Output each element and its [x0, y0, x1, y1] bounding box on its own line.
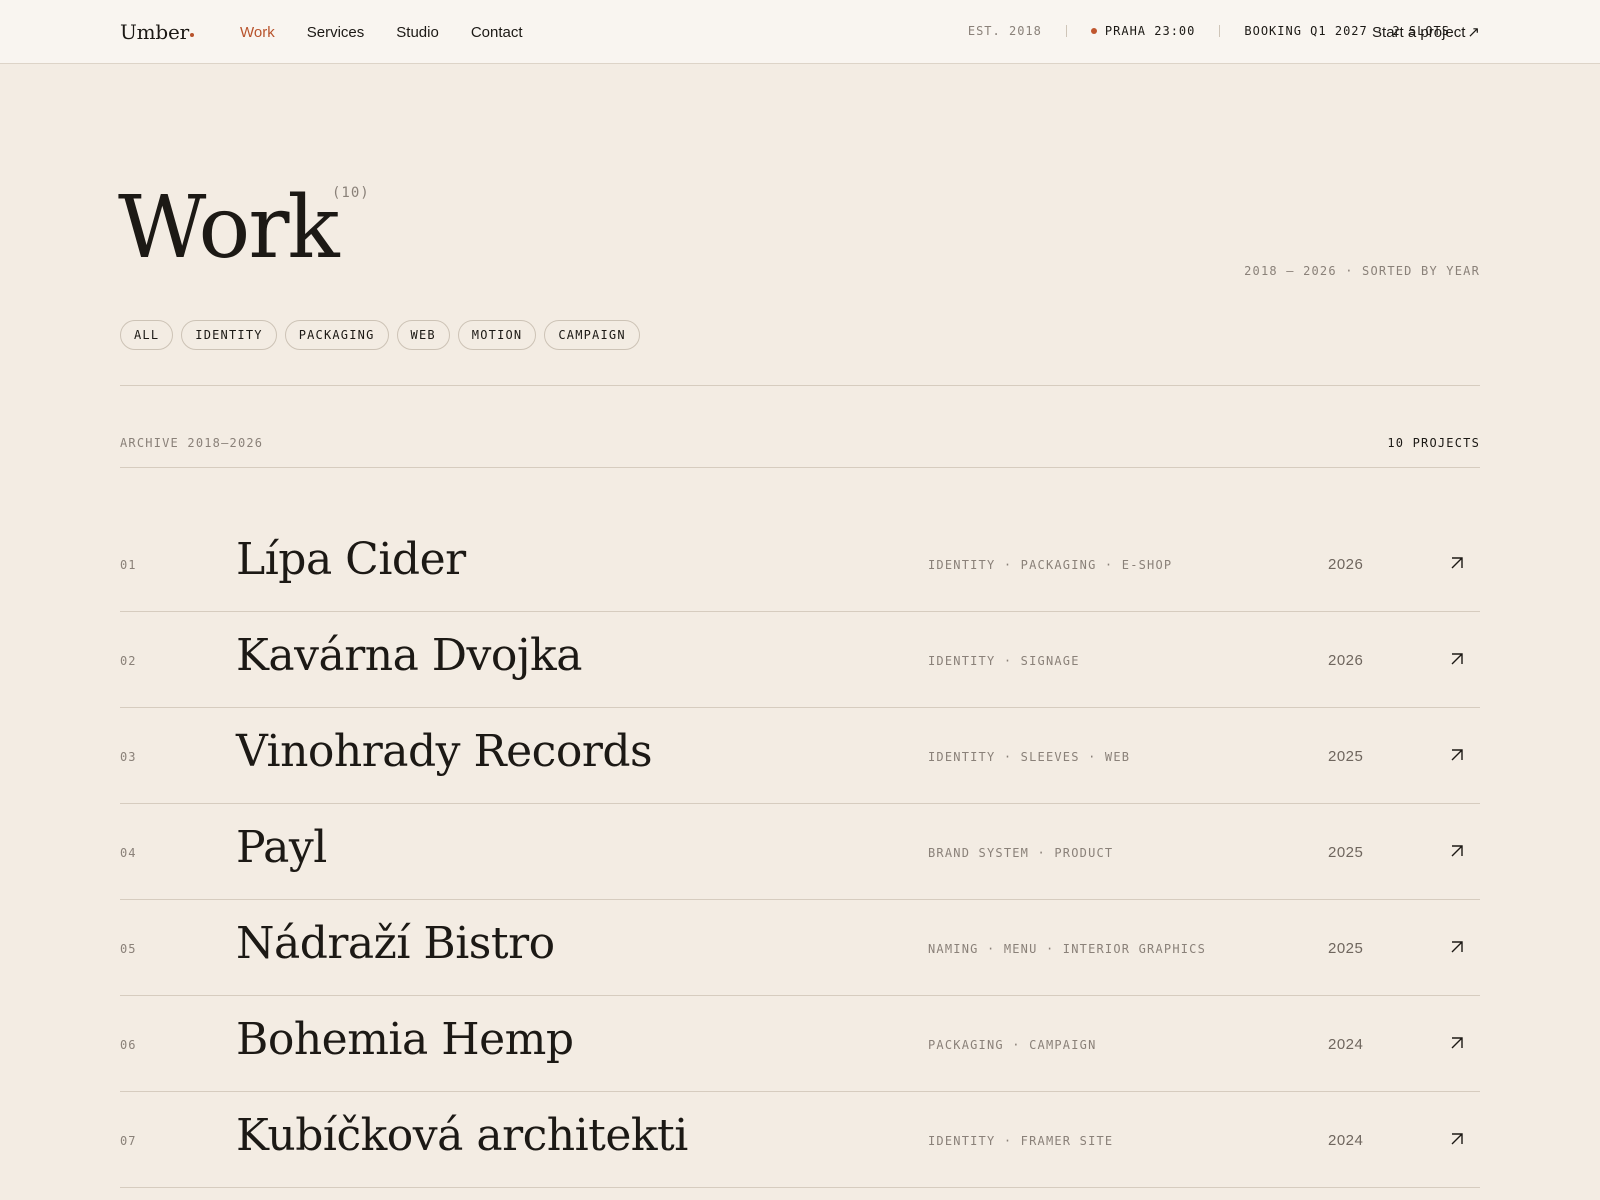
filter-chip-web[interactable]: WEB: [396, 320, 450, 350]
section-divider: [120, 467, 1480, 468]
nav-item-contact[interactable]: Contact: [471, 24, 523, 41]
logo-dot-icon: [190, 33, 195, 37]
meta-divider: [1065, 25, 1067, 37]
meta-divider: [1219, 25, 1221, 37]
archive-project-count: 10 PROJECTS: [1387, 436, 1480, 450]
nav-item-work[interactable]: Work: [240, 24, 275, 41]
project-tags: IDENTITY · FRAMER SITE: [928, 1134, 1114, 1148]
filter-chip-identity[interactable]: IDENTITY: [181, 320, 277, 350]
filter-chip-all[interactable]: ALL: [120, 320, 174, 350]
arrow-up-right-icon[interactable]: [1448, 746, 1466, 764]
location-time: PRAHA 23:00: [1090, 24, 1196, 38]
arrow-up-right-icon: ↗: [1467, 24, 1480, 41]
project-name: Lípa Cider: [236, 534, 466, 585]
project-number: 05: [120, 942, 137, 956]
project-list: 01 Lípa Cider IDENTITY · PACKAGING · E-S…: [120, 516, 1480, 1188]
top-navigation-bar: Umber Work Services Studio Contact EST. …: [0, 0, 1600, 64]
arrow-up-right-icon[interactable]: [1448, 938, 1466, 956]
project-tags: PACKAGING · CAMPAIGN: [928, 1038, 1097, 1052]
filter-chips: ALL IDENTITY PACKAGING WEB MOTION CAMPAI…: [120, 320, 640, 350]
filter-chip-campaign[interactable]: CAMPAIGN: [544, 320, 640, 350]
arrow-up-right-icon[interactable]: [1448, 650, 1466, 668]
project-tags: IDENTITY · PACKAGING · E-SHOP: [928, 558, 1173, 572]
nav-item-studio[interactable]: Studio: [396, 24, 439, 41]
project-row[interactable]: 01 Lípa Cider IDENTITY · PACKAGING · E-S…: [120, 516, 1480, 612]
project-year: 2024: [1328, 1132, 1364, 1149]
project-number: 04: [120, 846, 137, 860]
arrow-up-right-icon[interactable]: [1448, 1130, 1466, 1148]
project-year: 2025: [1328, 940, 1364, 957]
project-count-badge: (10): [332, 185, 370, 201]
filter-chip-packaging[interactable]: PACKAGING: [284, 320, 389, 350]
status-dot-icon: [1090, 28, 1097, 34]
project-row[interactable]: 05 Nádraží Bistro NAMING · MENU · INTERI…: [120, 900, 1480, 996]
project-number: 03: [120, 750, 137, 764]
project-row[interactable]: 02 Kavárna Dvojka IDENTITY · SIGNAGE 202…: [120, 612, 1480, 708]
start-project-link[interactable]: Start a project ↗: [1372, 23, 1480, 41]
project-year: 2026: [1328, 652, 1364, 669]
section-divider: [120, 385, 1480, 386]
brand-logo[interactable]: Umber: [120, 20, 195, 44]
project-row[interactable]: 07 Kubíčková architekti IDENTITY · FRAME…: [120, 1092, 1480, 1188]
project-row[interactable]: 06 Bohemia Hemp PACKAGING · CAMPAIGN 202…: [120, 996, 1480, 1092]
filter-chip-motion[interactable]: MOTION: [457, 320, 537, 350]
established-label: EST. 2018: [967, 24, 1042, 38]
brand-logo-text: Umber: [120, 20, 190, 44]
project-number: 06: [120, 1038, 137, 1052]
date-range-sort-label: 2018 — 2026 · SORTED BY YEAR: [1244, 264, 1480, 278]
project-tags: NAMING · MENU · INTERIOR GRAPHICS: [928, 942, 1207, 956]
start-project-label: Start a project: [1372, 24, 1466, 41]
project-name: Bohemia Hemp: [236, 1014, 574, 1065]
project-name: Vinohrady Records: [236, 726, 653, 777]
archive-label: ARCHIVE 2018–2026: [120, 436, 264, 450]
main-nav: Work Services Studio Contact: [240, 24, 523, 41]
arrow-up-right-icon[interactable]: [1448, 1034, 1466, 1052]
project-name: Payl: [236, 822, 327, 873]
arrow-up-right-icon[interactable]: [1448, 554, 1466, 572]
project-year: 2026: [1328, 556, 1364, 573]
project-number: 02: [120, 654, 137, 668]
project-tags: IDENTITY · SLEEVES · WEB: [928, 750, 1131, 764]
project-year: 2025: [1328, 748, 1364, 765]
project-tags: BRAND SYSTEM · PRODUCT: [928, 846, 1114, 860]
project-name: Kavárna Dvojka: [236, 630, 582, 681]
project-year: 2025: [1328, 844, 1364, 861]
arrow-up-right-icon[interactable]: [1448, 842, 1466, 860]
project-row[interactable]: 04 Payl BRAND SYSTEM · PRODUCT 2025: [120, 804, 1480, 900]
page-title: Work: [118, 178, 340, 278]
project-name: Nádraží Bistro: [236, 918, 555, 969]
nav-item-services[interactable]: Services: [307, 24, 365, 41]
project-name: Kubíčková architekti: [236, 1110, 688, 1161]
project-row[interactable]: 03 Vinohrady Records IDENTITY · SLEEVES …: [120, 708, 1480, 804]
project-tags: IDENTITY · SIGNAGE: [928, 654, 1080, 668]
project-number: 07: [120, 1134, 137, 1148]
location-time-text: PRAHA 23:00: [1104, 24, 1196, 38]
project-year: 2024: [1328, 1036, 1364, 1053]
project-number: 01: [120, 558, 137, 572]
